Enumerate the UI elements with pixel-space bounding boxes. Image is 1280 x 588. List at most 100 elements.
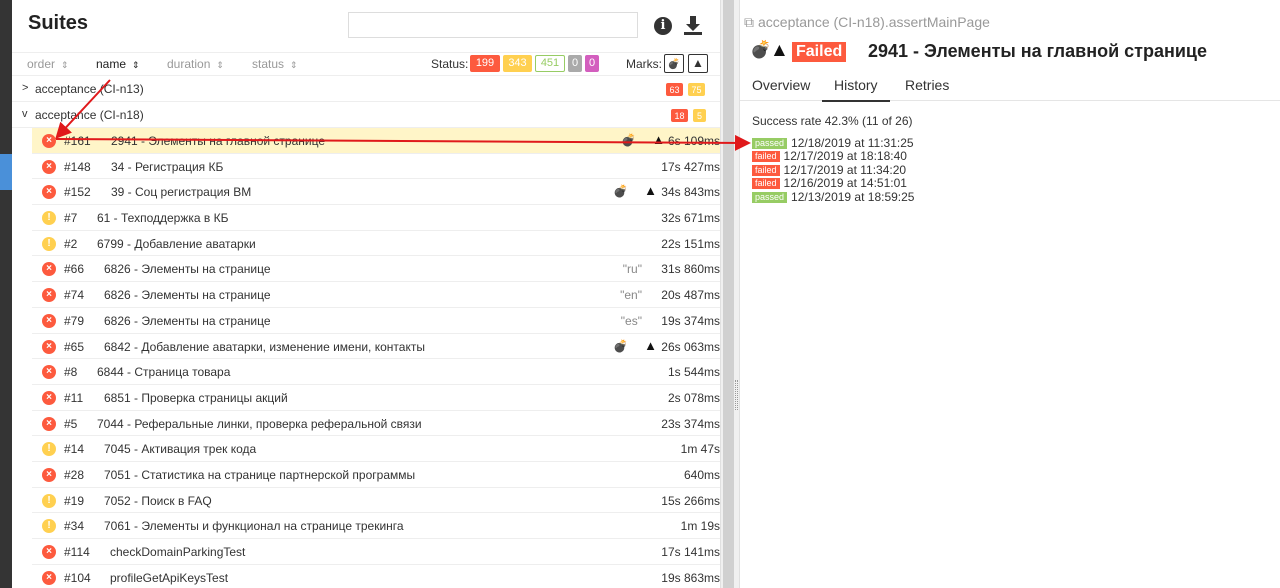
test-order-number: #114 <box>64 545 90 559</box>
status-filter-broken[interactable]: 343 <box>503 55 532 72</box>
test-row[interactable]: × #104 profileGetApiKeysTest 19s 863ms <box>32 565 720 588</box>
test-row[interactable]: × #114 checkDomainParkingTest 17s 141ms <box>32 539 720 565</box>
tab-overview[interactable]: Overview <box>752 77 810 93</box>
status-filter-passed[interactable]: 451 <box>535 55 565 72</box>
scrollbar[interactable] <box>723 0 734 588</box>
sort-status[interactable]: status ⇕ <box>252 57 298 71</box>
test-duration: 19s 863ms <box>661 570 720 585</box>
group-ci-n18[interactable]: v acceptance (CI-n18) 18 5 <box>12 102 720 128</box>
test-row[interactable]: × #152 39 - Соц регистрация ВМ 34s 843ms 💣 ▲ <box>32 179 720 206</box>
history-date: 12/17/2019 at 18:18:40 <box>783 149 907 164</box>
download-icon[interactable] <box>682 14 704 36</box>
group-title: acceptance (CI-n18) <box>35 108 144 122</box>
side-nav-active-item[interactable] <box>0 154 12 190</box>
search-input[interactable] <box>348 12 638 38</box>
test-row[interactable]: × #11 6851 - Проверка страницы акций 2s 078… <box>32 385 720 411</box>
test-row[interactable]: ! #7 61 - Техподдержка в КБ 32s 671ms <box>32 205 720 231</box>
history-item[interactable]: failed 12/17/2019 at 18:18:40 <box>752 150 914 163</box>
test-list: × #161 2941 - Элементы на главной странице… <box>32 128 720 588</box>
test-row[interactable]: × #5 7044 - Реферальные линки, проверка ре… <box>32 411 720 437</box>
test-row[interactable]: × #79 6826 - Элементы на странице 19s 374ms… <box>32 308 720 334</box>
pane-splitter[interactable] <box>720 0 740 588</box>
failed-status-icon: × <box>42 288 56 303</box>
test-path: ⧉ acceptance (CI-n18).assertMainPage <box>744 14 990 30</box>
bomb-icon: 💣 <box>613 338 628 353</box>
history-item[interactable]: failed 12/16/2019 at 14:51:01 <box>752 177 914 190</box>
sort-order[interactable]: order ⇕ <box>27 57 69 71</box>
test-row[interactable]: × #148 34 - Регистрация КБ 17s 427ms <box>32 154 720 180</box>
test-order-number: #19 <box>64 493 85 508</box>
group-failed-count: 63 <box>666 83 683 96</box>
test-duration: 1m 19s <box>680 519 720 534</box>
copy-icon[interactable]: ⧉ <box>744 14 754 30</box>
bomb-icon: 💣 <box>667 59 681 70</box>
tab-retries[interactable]: Retries <box>905 77 949 93</box>
info-icon[interactable]: i <box>654 17 672 35</box>
test-detail-panel: ⧉ acceptance (CI-n18).assertMainPage 💣 ▲ … <box>740 0 1280 588</box>
test-name: 6851 - Проверка страницы акций <box>104 390 288 405</box>
test-name: 6826 - Элементы на странице <box>104 288 271 303</box>
test-order-number: #8 <box>64 365 78 380</box>
status-filter-unknown[interactable]: 0 <box>585 55 599 72</box>
test-order-number: #104 <box>64 570 91 585</box>
side-nav <box>0 0 12 588</box>
test-row[interactable]: ! #2 6799 - Добавление аватарки 22s 151ms <box>32 231 720 257</box>
test-order-number: #79 <box>64 313 85 328</box>
failed-status-icon: × <box>42 134 56 148</box>
test-name: 7061 - Элементы и функционал на странице… <box>104 519 404 534</box>
test-row[interactable]: ! #14 7045 - Активация трек кода 1m 47s <box>32 436 720 462</box>
status-badge: Failed <box>792 42 847 62</box>
test-order-number: #161 <box>64 134 91 148</box>
history-item[interactable]: passed 12/13/2019 at 18:59:25 <box>752 190 914 204</box>
history-item[interactable]: passed 12/18/2019 at 11:31:25 <box>752 137 914 150</box>
group-title: acceptance (CI-n13) <box>35 82 144 96</box>
test-duration: 26s 063ms <box>661 339 720 354</box>
test-parameter: "en" <box>620 288 642 303</box>
history-status-badge: failed <box>752 178 780 190</box>
tab-history[interactable]: History <box>822 77 890 102</box>
test-order-number: #11 <box>64 390 84 405</box>
sort-bar: order ⇕ name ⇕ duration ⇕ status ⇕ Status: 1… <box>12 52 720 76</box>
broken-status-icon: ! <box>42 442 56 457</box>
test-duration: 640ms <box>683 467 720 482</box>
test-name: 34 - Регистрация КБ <box>111 159 224 174</box>
failed-status-icon: × <box>42 570 56 585</box>
group-failed-count: 18 <box>671 109 688 122</box>
test-order-number: #34 <box>64 519 85 534</box>
test-order-number: #152 <box>64 185 91 200</box>
test-name: 6826 - Элементы на странице <box>104 313 271 328</box>
status-filter-skipped[interactable]: 0 <box>568 55 582 72</box>
success-rate: Success rate 42.3% (11 of 26) <box>752 114 913 128</box>
test-name: profileGetApiKeysTest <box>110 570 229 585</box>
test-row[interactable]: × #161 2941 - Элементы на главной странице… <box>32 128 720 154</box>
test-row[interactable]: ! #19 7052 - Поиск в FAQ 15s 266ms <box>32 488 720 514</box>
failed-status-icon: × <box>42 365 56 380</box>
test-row[interactable]: × #74 6826 - Элементы на странице 20s 487ms… <box>32 282 720 308</box>
test-order-number: #14 <box>64 442 85 457</box>
splitter-grip[interactable] <box>735 380 738 410</box>
test-name: 6842 - Добавление аватарки, изменение им… <box>104 339 425 354</box>
broken-status-icon: ! <box>42 493 56 508</box>
test-name: 6826 - Элементы на странице <box>104 262 271 277</box>
broken-status-icon: ! <box>42 519 56 534</box>
history-status-badge: failed <box>752 164 780 176</box>
history-status-badge: passed <box>752 138 788 149</box>
detail-tabs: Overview History Retries <box>740 68 1280 102</box>
sort-duration[interactable]: duration ⇕ <box>167 57 224 71</box>
test-duration: 17s 427ms <box>661 159 720 174</box>
group-ci-n13[interactable]: > acceptance (CI-n13) 63 75 <box>12 76 720 102</box>
history-item[interactable]: failed 12/17/2019 at 11:34:20 <box>752 162 914 177</box>
test-row[interactable]: ! #34 7061 - Элементы и функционал на стра… <box>32 513 720 539</box>
test-row[interactable]: × #65 6842 - Добавление аватарки, изменени… <box>32 334 720 360</box>
test-duration: 6s 109ms <box>667 134 720 148</box>
test-row[interactable]: × #66 6826 - Элементы на странице 31s 860ms… <box>32 256 720 283</box>
new-failed-mark-toggle[interactable]: ▲ <box>688 54 708 73</box>
sort-name[interactable]: name ⇕ <box>96 57 140 71</box>
test-row[interactable]: × #28 7051 - Статистика на странице партне… <box>32 462 720 488</box>
flaky-mark-toggle[interactable]: 💣 <box>664 54 684 73</box>
history-date: 12/17/2019 at 11:34:20 <box>783 162 907 177</box>
test-row[interactable]: × #8 6844 - Страница товара 1s 544ms <box>32 359 720 385</box>
status-filter-failed[interactable]: 199 <box>470 55 500 72</box>
warning-icon: ▲ <box>770 40 789 61</box>
test-parameter: "ru" <box>622 262 642 277</box>
